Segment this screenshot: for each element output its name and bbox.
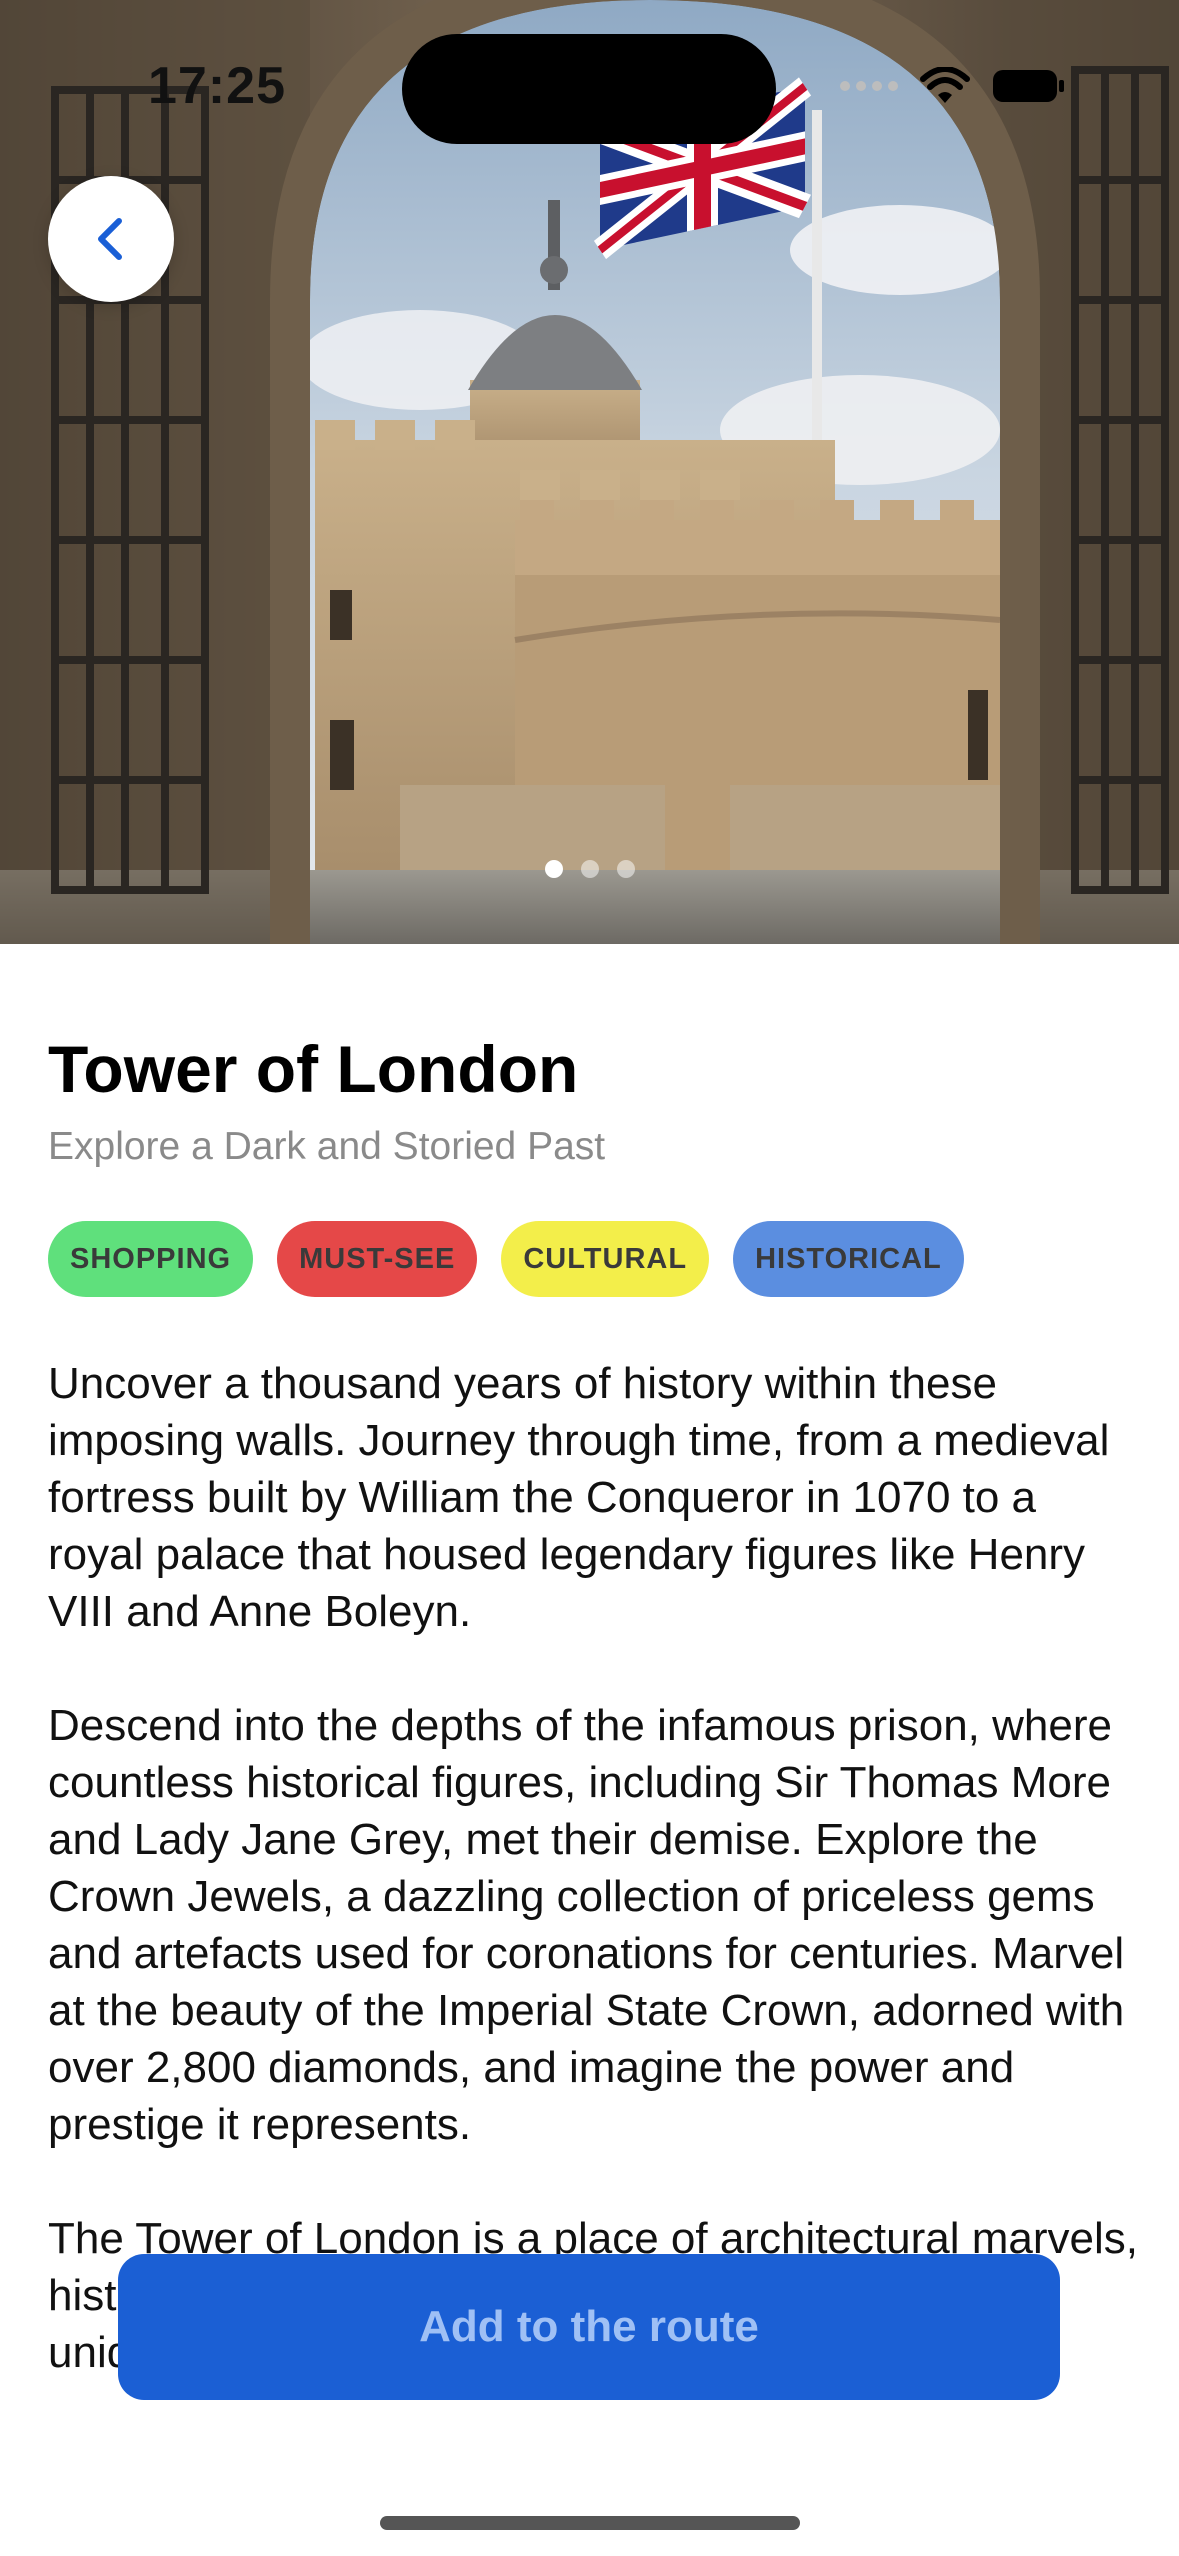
chevron-left-icon	[98, 218, 122, 260]
home-indicator[interactable]	[380, 2516, 800, 2530]
dynamic-island	[402, 34, 776, 144]
battery-icon	[993, 70, 1064, 102]
description: Uncover a thousand years of history with…	[48, 1355, 1138, 2381]
back-button[interactable]	[48, 176, 174, 302]
status-icons	[840, 64, 1066, 108]
description-paragraph: Uncover a thousand years of history with…	[48, 1359, 1110, 1637]
page-subtitle: Explore a Dark and Storied Past	[48, 1125, 606, 1169]
add-to-route-button[interactable]: Add to the route	[118, 2254, 1060, 2400]
status-bar: 17:25	[0, 0, 1179, 150]
image-pager[interactable]	[0, 860, 1179, 878]
page-title: Tower of London	[48, 1032, 579, 1106]
signal-icon	[840, 81, 898, 91]
status-time: 17:25	[148, 57, 286, 115]
tag-list: SHOPPING MUST-SEE CULTURAL HISTORICAL	[48, 1221, 1138, 1298]
tag-historical[interactable]: HISTORICAL	[733, 1221, 964, 1298]
tag-cultural[interactable]: CULTURAL	[501, 1221, 710, 1298]
pager-dot-active[interactable]	[544, 860, 563, 878]
tag-must-see[interactable]: MUST-SEE	[277, 1221, 478, 1298]
pager-dot[interactable]	[580, 860, 599, 878]
description-paragraph: Descend into the depths of the infamous …	[48, 1701, 1125, 2150]
tag-shopping[interactable]: SHOPPING	[48, 1221, 254, 1298]
pager-dot[interactable]	[616, 860, 635, 878]
wifi-icon	[920, 67, 970, 103]
place-details: Tower of London Explore a Dark and Stori…	[48, 1030, 1138, 2438]
